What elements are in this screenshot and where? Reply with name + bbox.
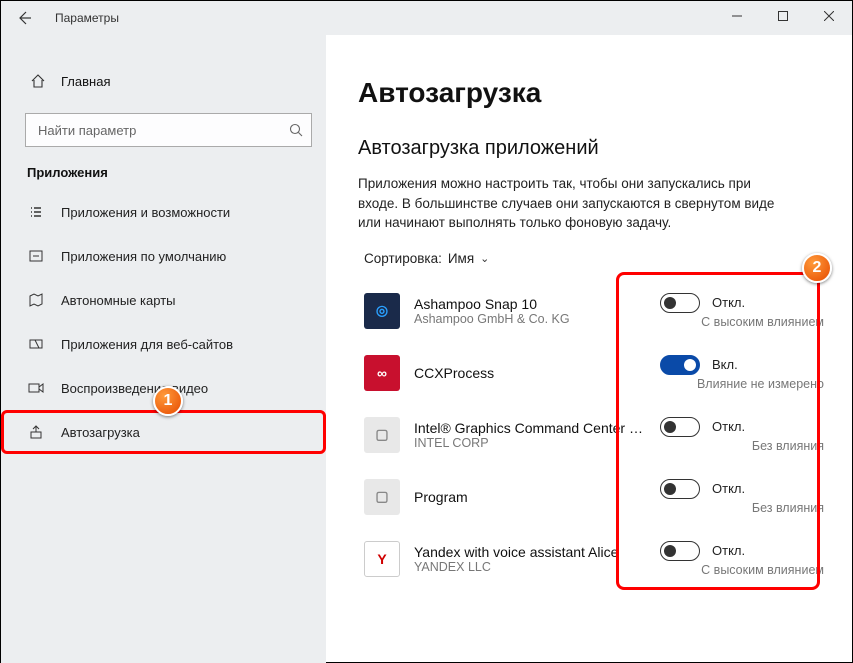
sidebar: Главная Найти параметр Приложения Прилож… — [1, 35, 326, 663]
app-info: Intel® Graphics Command Center Startup T… — [414, 420, 660, 450]
app-icon: ▢ — [364, 417, 400, 453]
sidebar-item-apps-features[interactable]: Приложения и возможности — [1, 190, 326, 234]
defaults-icon — [27, 247, 45, 265]
app-info: Program — [414, 489, 660, 505]
main-content: Автозагрузка Автозагрузка приложений При… — [326, 35, 852, 663]
close-icon — [824, 11, 834, 21]
arrow-left-icon — [16, 10, 32, 26]
app-info: Ashampoo Snap 10Ashampoo GmbH & Co. KG — [414, 296, 660, 326]
window-controls — [714, 1, 852, 31]
sidebar-item-label: Автономные карты — [61, 293, 176, 308]
impact-label: Влияние не измерено — [660, 377, 824, 391]
startup-toggle[interactable] — [660, 417, 700, 437]
startup-app-list: ◎Ashampoo Snap 10Ashampoo GmbH & Co. KGО… — [358, 280, 830, 590]
toggle-state-label: Откл. — [712, 543, 745, 558]
app-icon: ∞ — [364, 355, 400, 391]
startup-app-row: ∞ CCXProcess Вкл. Влияние не измерено — [358, 342, 830, 404]
startup-toggle[interactable] — [660, 355, 700, 375]
startup-icon — [27, 423, 45, 441]
app-name: Intel® Graphics Command Center Startup T… — [414, 420, 644, 436]
app-publisher: Ashampoo GmbH & Co. KG — [414, 312, 660, 326]
description-text: Приложения можно настроить так, чтобы он… — [358, 174, 788, 233]
app-name: Yandex with voice assistant Alice — [414, 544, 644, 560]
app-toggle-column: Откл. С высоким влиянием — [660, 293, 830, 329]
app-toggle-column: Откл. Без влияния — [660, 479, 830, 515]
impact-label: Без влияния — [660, 439, 824, 453]
map-icon — [27, 291, 45, 309]
page-title: Автозагрузка — [358, 77, 830, 109]
app-publisher: YANDEX LLC — [414, 560, 660, 574]
sidebar-category: Приложения — [1, 165, 326, 180]
app-icon: ◎ — [364, 293, 400, 329]
app-toggle-column: Вкл. Влияние не измерено — [660, 355, 830, 391]
sidebar-item-label: Приложения для веб-сайтов — [61, 337, 233, 352]
impact-label: С высоким влиянием — [660, 315, 824, 329]
sidebar-item-offline-maps[interactable]: Автономные карты — [1, 278, 326, 322]
toggle-state-label: Вкл. — [712, 357, 738, 372]
sort-control[interactable]: Сортировка: Имя ⌄ — [358, 251, 830, 266]
list-icon — [27, 203, 45, 221]
sidebar-item-startup[interactable]: Автозагрузка — [1, 410, 326, 454]
maximize-icon — [778, 11, 788, 21]
sidebar-home[interactable]: Главная — [1, 63, 326, 99]
search-placeholder: Найти параметр — [38, 123, 289, 138]
startup-app-row: Y Yandex with voice assistant AliceYANDEX… — [358, 528, 830, 590]
minimize-button[interactable] — [714, 1, 760, 31]
sidebar-item-default-apps[interactable]: Приложения по умолчанию — [1, 234, 326, 278]
sidebar-item-label: Приложения по умолчанию — [61, 249, 226, 264]
sidebar-item-video-playback[interactable]: Воспроизведение видео 1 — [1, 366, 326, 410]
sidebar-item-label: Воспроизведение видео — [61, 381, 208, 396]
chevron-down-icon: ⌄ — [480, 252, 489, 265]
sort-label: Сортировка: — [364, 251, 442, 266]
minimize-icon — [732, 11, 742, 21]
window-title: Параметры — [55, 11, 119, 25]
annotation-marker-2: 2 — [802, 253, 832, 283]
close-button[interactable] — [806, 1, 852, 31]
sidebar-item-label: Автозагрузка — [61, 425, 140, 440]
annotation-marker-1: 1 — [153, 386, 183, 416]
home-icon — [29, 72, 47, 90]
impact-label: Без влияния — [660, 501, 824, 515]
sidebar-item-label: Приложения и возможности — [61, 205, 230, 220]
toggle-state-label: Откл. — [712, 295, 745, 310]
video-icon — [27, 379, 45, 397]
app-icon: ▢ — [364, 479, 400, 515]
sort-value: Имя — [448, 251, 474, 266]
toggle-state-label: Откл. — [712, 481, 745, 496]
settings-window: Параметры Главная Найти параметр — [0, 0, 853, 663]
link-icon — [27, 335, 45, 353]
app-info: Yandex with voice assistant AliceYANDEX … — [414, 544, 660, 574]
startup-toggle[interactable] — [660, 293, 700, 313]
sidebar-item-apps-websites[interactable]: Приложения для веб-сайтов — [1, 322, 326, 366]
app-name: Program — [414, 489, 644, 505]
app-info: CCXProcess — [414, 365, 660, 381]
titlebar: Параметры — [1, 1, 852, 35]
section-title: Автозагрузка приложений — [358, 137, 830, 160]
app-toggle-column: Откл. Без влияния — [660, 417, 830, 453]
startup-app-row: ▢ Intel® Graphics Command Center Startup … — [358, 404, 830, 466]
maximize-button[interactable] — [760, 1, 806, 31]
app-publisher: INTEL CORP — [414, 436, 660, 450]
startup-app-row: ◎Ashampoo Snap 10Ashampoo GmbH & Co. KGО… — [358, 280, 830, 342]
sidebar-home-label: Главная — [61, 74, 110, 89]
search-input[interactable]: Найти параметр — [25, 113, 312, 147]
app-icon: Y — [364, 541, 400, 577]
startup-app-row: ▢ Program Откл. Без влияния — [358, 466, 830, 528]
startup-toggle[interactable] — [660, 541, 700, 561]
back-button[interactable] — [1, 1, 47, 35]
startup-toggle[interactable] — [660, 479, 700, 499]
toggle-state-label: Откл. — [712, 419, 745, 434]
app-name: Ashampoo Snap 10 — [414, 296, 644, 312]
search-icon — [289, 123, 303, 137]
impact-label: С высоким влиянием — [660, 563, 824, 577]
app-toggle-column: Откл. С высоким влиянием — [660, 541, 830, 577]
app-name: CCXProcess — [414, 365, 644, 381]
